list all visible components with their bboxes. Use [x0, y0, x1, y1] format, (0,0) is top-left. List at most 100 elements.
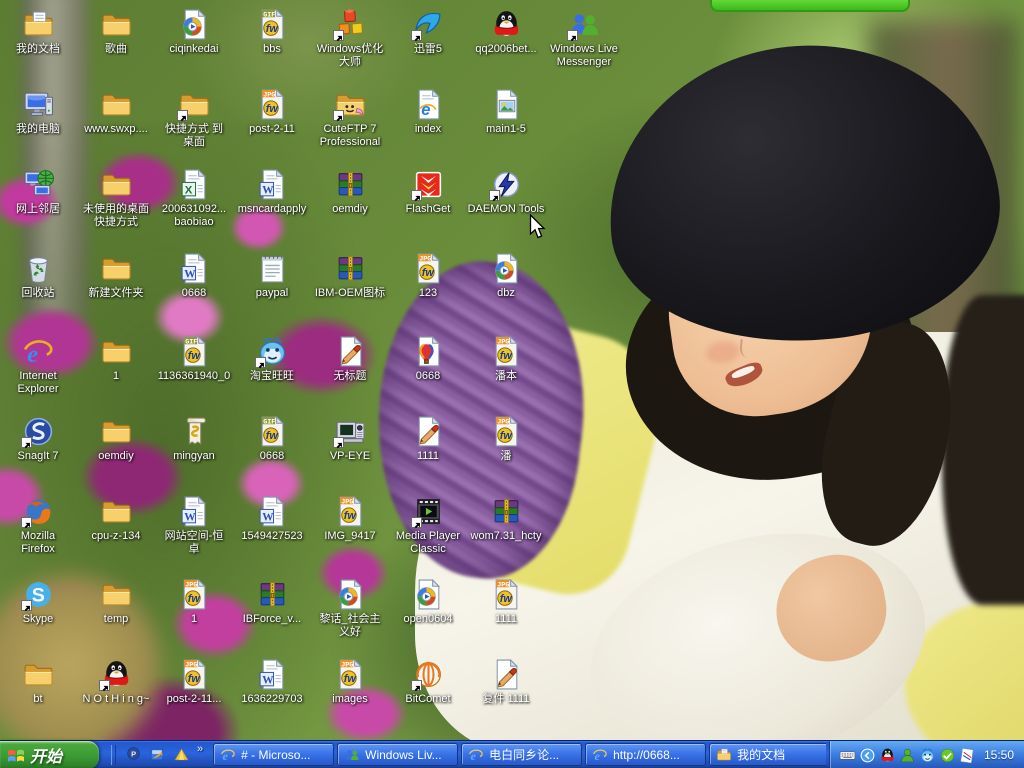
desktop-icon-post-2-11[interactable]: JPGfwpost-2-11...: [157, 658, 231, 706]
desktop-icon-img-9417[interactable]: JPGfwIMG_9417: [313, 495, 387, 543]
desktop-icon-mozilla-firefox[interactable]: Mozilla Firefox: [1, 495, 75, 556]
desktop-icon-ciqinkedai[interactable]: ciqinkedai: [157, 8, 231, 56]
desktop-icon-1[interactable]: JPGfw1: [157, 578, 231, 626]
folder-icon: [100, 8, 133, 41]
desktop-icon-item-10[interactable]: 快捷方式 到 桌面: [157, 88, 231, 149]
desktop-icon-windows[interactable]: Windows优化 大师: [313, 8, 387, 69]
quick-launch-overflow-chevron[interactable]: »: [197, 744, 203, 754]
desktop-icon-wom7-31-hcty[interactable]: wom7.31_hcty: [469, 495, 543, 543]
desktop-icon-1111[interactable]: 复件 1111: [469, 658, 543, 706]
desktop-icon-5[interactable]: 迅雷5: [391, 8, 465, 56]
desktop-icon-flashget[interactable]: FlashGet: [391, 168, 465, 216]
svg-text:W: W: [262, 674, 274, 686]
mycomputer-icon: [22, 88, 55, 121]
desktop-icon-item-8[interactable]: 我的电脑: [1, 88, 75, 136]
desktop-icon-item-45[interactable]: W网站空间-恒 卓: [157, 495, 231, 556]
desktop-icon-snagit-7[interactable]: SnagIt 7: [1, 415, 75, 463]
desktop-icon-windows-live-messenger[interactable]: Windows Live Messenger: [547, 8, 621, 69]
thunder-icon: [412, 8, 445, 41]
desktop-icon-bbs[interactable]: GIFfwbbs: [235, 8, 309, 56]
desktop-icon-item-54[interactable]: 黎话_社会主 义好: [313, 578, 387, 639]
taskbar-task-button[interactable]: e电白同乡论...: [461, 743, 582, 766]
fwjpg-icon: JPGfw: [412, 252, 445, 285]
desktop-icon-www-swxp[interactable]: www.swxp....: [79, 88, 153, 136]
desktop-icon-item-0[interactable]: 我的文档: [1, 8, 75, 56]
start-button[interactable]: 开始: [0, 741, 99, 768]
fwgif-icon: GIFfw: [256, 415, 289, 448]
desktop-icon-1136361940-0[interactable]: GIFfw1136361940_0: [157, 335, 231, 383]
desktop-icon-mingyan[interactable]: mingyan: [157, 415, 231, 463]
tray-wangwang-icon[interactable]: [919, 747, 936, 764]
desktop-icon-msncardapply[interactable]: Wmsncardapply: [235, 168, 309, 216]
taskbar-task-button[interactable]: ehttp://0668...: [585, 743, 706, 766]
desktop-icon-daemon-tools[interactable]: DAEMON Tools: [469, 168, 543, 216]
desktop-icon-index[interactable]: eindex: [391, 88, 465, 136]
desktop-icon-item-22[interactable]: 回收站: [1, 252, 75, 300]
desktop-icon-0668[interactable]: 0668: [391, 335, 465, 383]
taskbar-task-button[interactable]: Windows Liv...: [337, 743, 458, 766]
desktop-icon-item-1[interactable]: 歌曲: [79, 8, 153, 56]
desktop-icon-paypal[interactable]: paypal: [235, 252, 309, 300]
flashget-icon: [412, 168, 445, 201]
tray-keyboard-icon[interactable]: [839, 747, 856, 764]
desktop-icon-media-player-classic[interactable]: Media Player Classic: [391, 495, 465, 556]
taskbar: 开始 P » e# - Microso...Windows Liv...e电白同乡…: [0, 740, 1024, 768]
desktop-icon-cuteftp-7-professional[interactable]: CuteFTP 7 Professional: [313, 88, 387, 149]
desktop-icon-main1-5[interactable]: main1-5: [469, 88, 543, 136]
desktop-icon-cpu-z-134[interactable]: cpu-z-134: [79, 495, 153, 543]
desktop-icon-1[interactable]: 1: [79, 335, 153, 383]
desktop-icon-item-33[interactable]: 无标题: [313, 335, 387, 383]
mediadoc-icon: [412, 578, 445, 611]
taskbar-task-button[interactable]: 我的文档: [709, 743, 826, 766]
desktop-icon-0668[interactable]: GIFfw0668: [235, 415, 309, 463]
desktop-icon-dbz[interactable]: dbz: [469, 252, 543, 300]
quick-launch-window-swoosh-icon[interactable]: [149, 746, 166, 763]
desktop-icon-1549427523[interactable]: W1549427523: [235, 495, 309, 543]
desktop-icon-bitcomet[interactable]: BitComet: [391, 658, 465, 706]
desktop-icon-item-42[interactable]: JPGfw潘: [469, 415, 543, 463]
folder-icon: [100, 252, 133, 285]
desktop-icon-item-15[interactable]: 网上邻居: [1, 168, 75, 216]
desktop-icon-item-32[interactable]: 淘宝旺旺: [235, 335, 309, 383]
desktop-icon-qq2006bet[interactable]: qq2006bet...: [469, 8, 543, 56]
tray-collapse-chevron-icon[interactable]: [859, 747, 876, 764]
tray-pen-document-icon[interactable]: [959, 747, 976, 764]
desktop-icon-1636229703[interactable]: W1636229703: [235, 658, 309, 706]
desktop-icon-1111[interactable]: 1111: [391, 415, 465, 463]
desktop-icon-0668[interactable]: W0668: [157, 252, 231, 300]
desktop-icon-oemdiy[interactable]: oemdiy: [313, 168, 387, 216]
desktop-icon-200631092-baobiao[interactable]: X200631092... baobiao: [157, 168, 231, 229]
desktop-icon-123[interactable]: JPGfw123: [391, 252, 465, 300]
svg-text:JPG: JPG: [185, 581, 197, 589]
quick-launch-handle[interactable]: [111, 745, 116, 765]
desktop-icon-oemdiy[interactable]: oemdiy: [79, 415, 153, 463]
start-button-label: 开始: [30, 743, 62, 767]
taskbar-task-button[interactable]: e# - Microso...: [213, 743, 334, 766]
desktop-icon-post-2-11[interactable]: JPGfwpost-2-11: [235, 88, 309, 136]
desktop-icon-temp[interactable]: temp: [79, 578, 153, 626]
fwjpg-icon: JPGfw: [334, 495, 367, 528]
desktop-icon-vp-eye[interactable]: VP-EYE: [313, 415, 387, 463]
desktop-icon-item-16[interactable]: 未使用的桌面 快捷方式: [79, 168, 153, 229]
desktop-icon-1111[interactable]: JPGfw1111: [469, 578, 543, 626]
desktop-icon-item-23[interactable]: 新建文件夹: [79, 252, 153, 300]
svg-text:P: P: [131, 750, 136, 759]
tray-skype-status-icon[interactable]: [939, 747, 956, 764]
desktop-icon-n-o-t-h-i-n-g[interactable]: N O t H i n g~: [79, 658, 153, 706]
desktop-icon-skype[interactable]: SSkype: [1, 578, 75, 626]
winrar-icon: [256, 578, 289, 611]
quick-launch-p-bubble-icon[interactable]: P: [125, 746, 142, 763]
word-icon: W: [256, 168, 289, 201]
tray-msn-status-icon[interactable]: [899, 747, 916, 764]
desktop-icon-item-35[interactable]: JPGfw潘本: [469, 335, 543, 383]
desktop-icon-open0604[interactable]: open0604: [391, 578, 465, 626]
desktop-icon-bt[interactable]: bt: [1, 658, 75, 706]
desktop-icon-ibm-oem[interactable]: IBM-OEM图标: [313, 252, 387, 300]
desktop-icon-internet-explorer[interactable]: eInternet Explorer: [1, 335, 75, 396]
desktop-icon-images[interactable]: JPGfwimages: [313, 658, 387, 706]
desktop-icon-ibforce-v[interactable]: IBForce_v...: [235, 578, 309, 626]
iedoc-icon: e: [412, 88, 445, 121]
skype-icon: S: [22, 578, 55, 611]
tray-qq-icon[interactable]: [879, 747, 896, 764]
quick-launch-pyramid-icon[interactable]: [173, 746, 190, 763]
